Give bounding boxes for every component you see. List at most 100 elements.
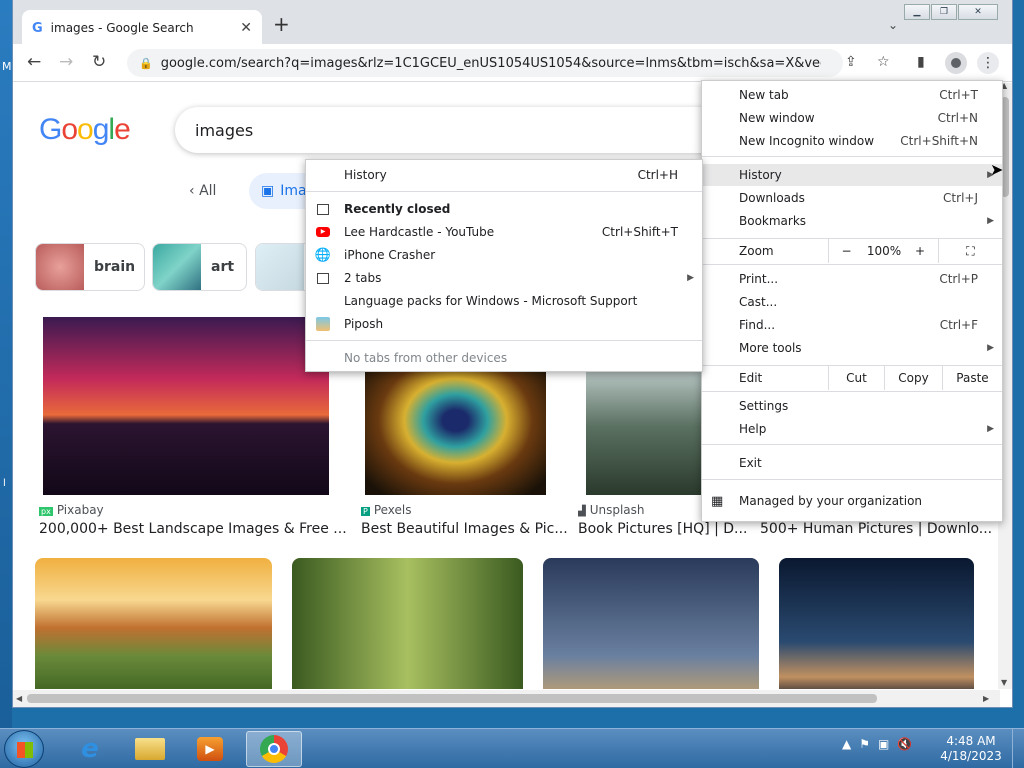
- menu-divider: [702, 264, 1002, 265]
- menu-new-window[interactable]: New window Ctrl+N: [702, 107, 1002, 129]
- maximize-button[interactable]: ❐: [931, 4, 957, 20]
- mouse-cursor-icon: ➤: [990, 160, 1004, 179]
- recent-item-2-tabs[interactable]: 2 tabs ▶: [306, 267, 702, 289]
- piposh-favicon-icon: [316, 317, 330, 331]
- back-icon[interactable]: ←: [27, 53, 41, 71]
- menu-divider: [702, 391, 1002, 392]
- menu-new-incognito[interactable]: New Incognito window Ctrl+Shift+N: [702, 130, 1002, 152]
- submenu-history[interactable]: History Ctrl+H: [306, 164, 702, 186]
- menu-help[interactable]: Help ▶: [702, 418, 1002, 440]
- taskbar-media-player[interactable]: ▶: [182, 731, 238, 767]
- recent-item-piposh[interactable]: Piposh: [306, 313, 702, 335]
- menu-exit[interactable]: Exit: [702, 452, 1002, 474]
- address-bar[interactable]: 🔒 google.com/search?q=images&rlz=1C1GCEU…: [127, 49, 843, 77]
- result-image[interactable]: [586, 371, 702, 495]
- menu-find[interactable]: Find... Ctrl+F: [702, 314, 1002, 336]
- chrome-main-menu: New tab Ctrl+T New window Ctrl+N New Incog…: [701, 80, 1003, 522]
- submenu-recently-closed-header: Recently closed: [306, 198, 702, 220]
- minimize-button[interactable]: ▁: [904, 4, 930, 20]
- taskbar-chrome[interactable]: [246, 731, 302, 767]
- recent-item-iphone-crasher[interactable]: 🌐 iPhone Crasher: [306, 244, 702, 266]
- submenu-arrow-icon: ▶: [987, 216, 994, 226]
- chip-brain[interactable]: brain: [35, 243, 145, 291]
- menu-new-tab[interactable]: New tab Ctrl+T: [702, 84, 1002, 106]
- menu-bookmarks[interactable]: Bookmarks ▶: [702, 210, 1002, 232]
- start-button[interactable]: [4, 730, 44, 768]
- menu-managed[interactable]: ▦ Managed by your organization: [702, 490, 1002, 512]
- show-desktop-button[interactable]: [1012, 729, 1024, 768]
- volume-muted-icon[interactable]: 🔇: [897, 737, 912, 751]
- globe-icon: 🌐: [314, 247, 332, 263]
- horizontal-scrollbar[interactable]: ◀ ▶: [13, 690, 1000, 707]
- scroll-left-icon[interactable]: ◀: [16, 694, 22, 703]
- close-tab-icon[interactable]: ✕: [240, 20, 252, 36]
- nav-all[interactable]: ‹ All: [189, 183, 216, 199]
- zoom-in-button[interactable]: +: [904, 239, 936, 263]
- scroll-right-icon[interactable]: ▶: [983, 694, 989, 703]
- result-image[interactable]: [779, 558, 974, 689]
- profile-avatar-icon[interactable]: [945, 52, 967, 74]
- reload-icon[interactable]: ↻: [92, 53, 106, 71]
- result-caption[interactable]: Best Beautiful Images & Pic...: [361, 521, 568, 537]
- result-caption[interactable]: Book Pictures [HQ] | D...: [578, 521, 747, 537]
- cut-button[interactable]: Cut: [828, 366, 884, 390]
- zoom-out-button[interactable]: −: [828, 239, 864, 263]
- menu-downloads[interactable]: Downloads Ctrl+J: [702, 187, 1002, 209]
- taskbar-internet-explorer[interactable]: e: [62, 731, 118, 767]
- taskbar-file-explorer[interactable]: [122, 731, 178, 767]
- fullscreen-icon[interactable]: ⛶: [938, 239, 1002, 263]
- chip-thumbnail: [256, 244, 304, 290]
- new-tab-button[interactable]: +: [273, 14, 290, 34]
- action-center-flag-icon[interactable]: ⚑: [859, 737, 870, 751]
- result-caption[interactable]: 200,000+ Best Landscape Images & Free ..…: [39, 521, 347, 537]
- lock-icon[interactable]: 🔒: [139, 57, 153, 70]
- forward-icon[interactable]: →: [59, 53, 73, 71]
- network-icon[interactable]: ▣: [878, 737, 889, 751]
- nav-all-label: All: [199, 183, 217, 199]
- menu-history[interactable]: History ▶: [702, 164, 1002, 186]
- tabs-window-icon: [317, 273, 329, 284]
- tab-search-icon[interactable]: ⌄: [888, 18, 898, 32]
- scrollbar-thumb[interactable]: [27, 694, 877, 703]
- bookmark-star-icon[interactable]: ☆: [877, 54, 890, 70]
- menu-print[interactable]: Print... Ctrl+P: [702, 268, 1002, 290]
- chrome-menu-kebab-icon[interactable]: ⋮: [977, 52, 999, 74]
- result-image[interactable]: [365, 371, 546, 495]
- menu-settings[interactable]: Settings: [702, 395, 1002, 417]
- result-caption[interactable]: 500+ Human Pictures | Downlo...: [760, 521, 992, 537]
- tray-expand-icon[interactable]: ▲: [842, 737, 851, 751]
- submenu-arrow-icon: ▶: [687, 273, 694, 283]
- google-favicon-icon: G: [32, 20, 43, 36]
- window-icon: [317, 204, 329, 215]
- browser-toolbar: ← → ↻ 🔒 google.com/search?q=images&rlz=1…: [13, 44, 1012, 82]
- copy-button[interactable]: Copy: [884, 366, 942, 390]
- result-image[interactable]: [43, 317, 329, 495]
- result-image[interactable]: [35, 558, 272, 689]
- menu-divider: [702, 479, 1002, 480]
- youtube-icon: ▶: [316, 225, 330, 239]
- close-window-button[interactable]: ✕: [958, 4, 998, 20]
- paste-button[interactable]: Paste: [942, 366, 1002, 390]
- result-source: ▟ Unsplash: [578, 503, 645, 517]
- menu-more-tools[interactable]: More tools ▶: [702, 337, 1002, 359]
- share-icon[interactable]: ⇪: [845, 54, 857, 70]
- url-text: google.com/search?q=images&rlz=1C1GCEU_e…: [160, 55, 821, 71]
- no-tabs-other-devices: No tabs from other devices: [344, 351, 508, 365]
- google-logo[interactable]: Google: [39, 113, 131, 147]
- chevron-left-icon: ‹: [189, 183, 200, 199]
- chip-thumbnail: [153, 244, 201, 290]
- recent-item-youtube[interactable]: ▶ Lee Hardcastle - YouTube Ctrl+Shift+T: [306, 221, 702, 243]
- media-player-icon: ▶: [197, 737, 223, 761]
- side-panel-icon[interactable]: ▮: [917, 54, 925, 70]
- menu-cast[interactable]: Cast...: [702, 291, 1002, 313]
- window-controls: ▁ ❐ ✕: [903, 4, 998, 20]
- search-input[interactable]: images: [175, 107, 735, 153]
- taskbar-clock[interactable]: 4:48 AM 4/18/2023: [935, 734, 1007, 764]
- chip-label: brain: [94, 259, 136, 275]
- browser-tab[interactable]: G images - Google Search ✕: [22, 10, 262, 46]
- recent-item-language-packs[interactable]: Language packs for Windows - Microsoft S…: [306, 290, 702, 312]
- scroll-down-icon[interactable]: ▼: [1001, 678, 1007, 687]
- result-image[interactable]: [543, 558, 759, 689]
- chip-art[interactable]: art: [152, 243, 247, 291]
- result-image[interactable]: [292, 558, 523, 689]
